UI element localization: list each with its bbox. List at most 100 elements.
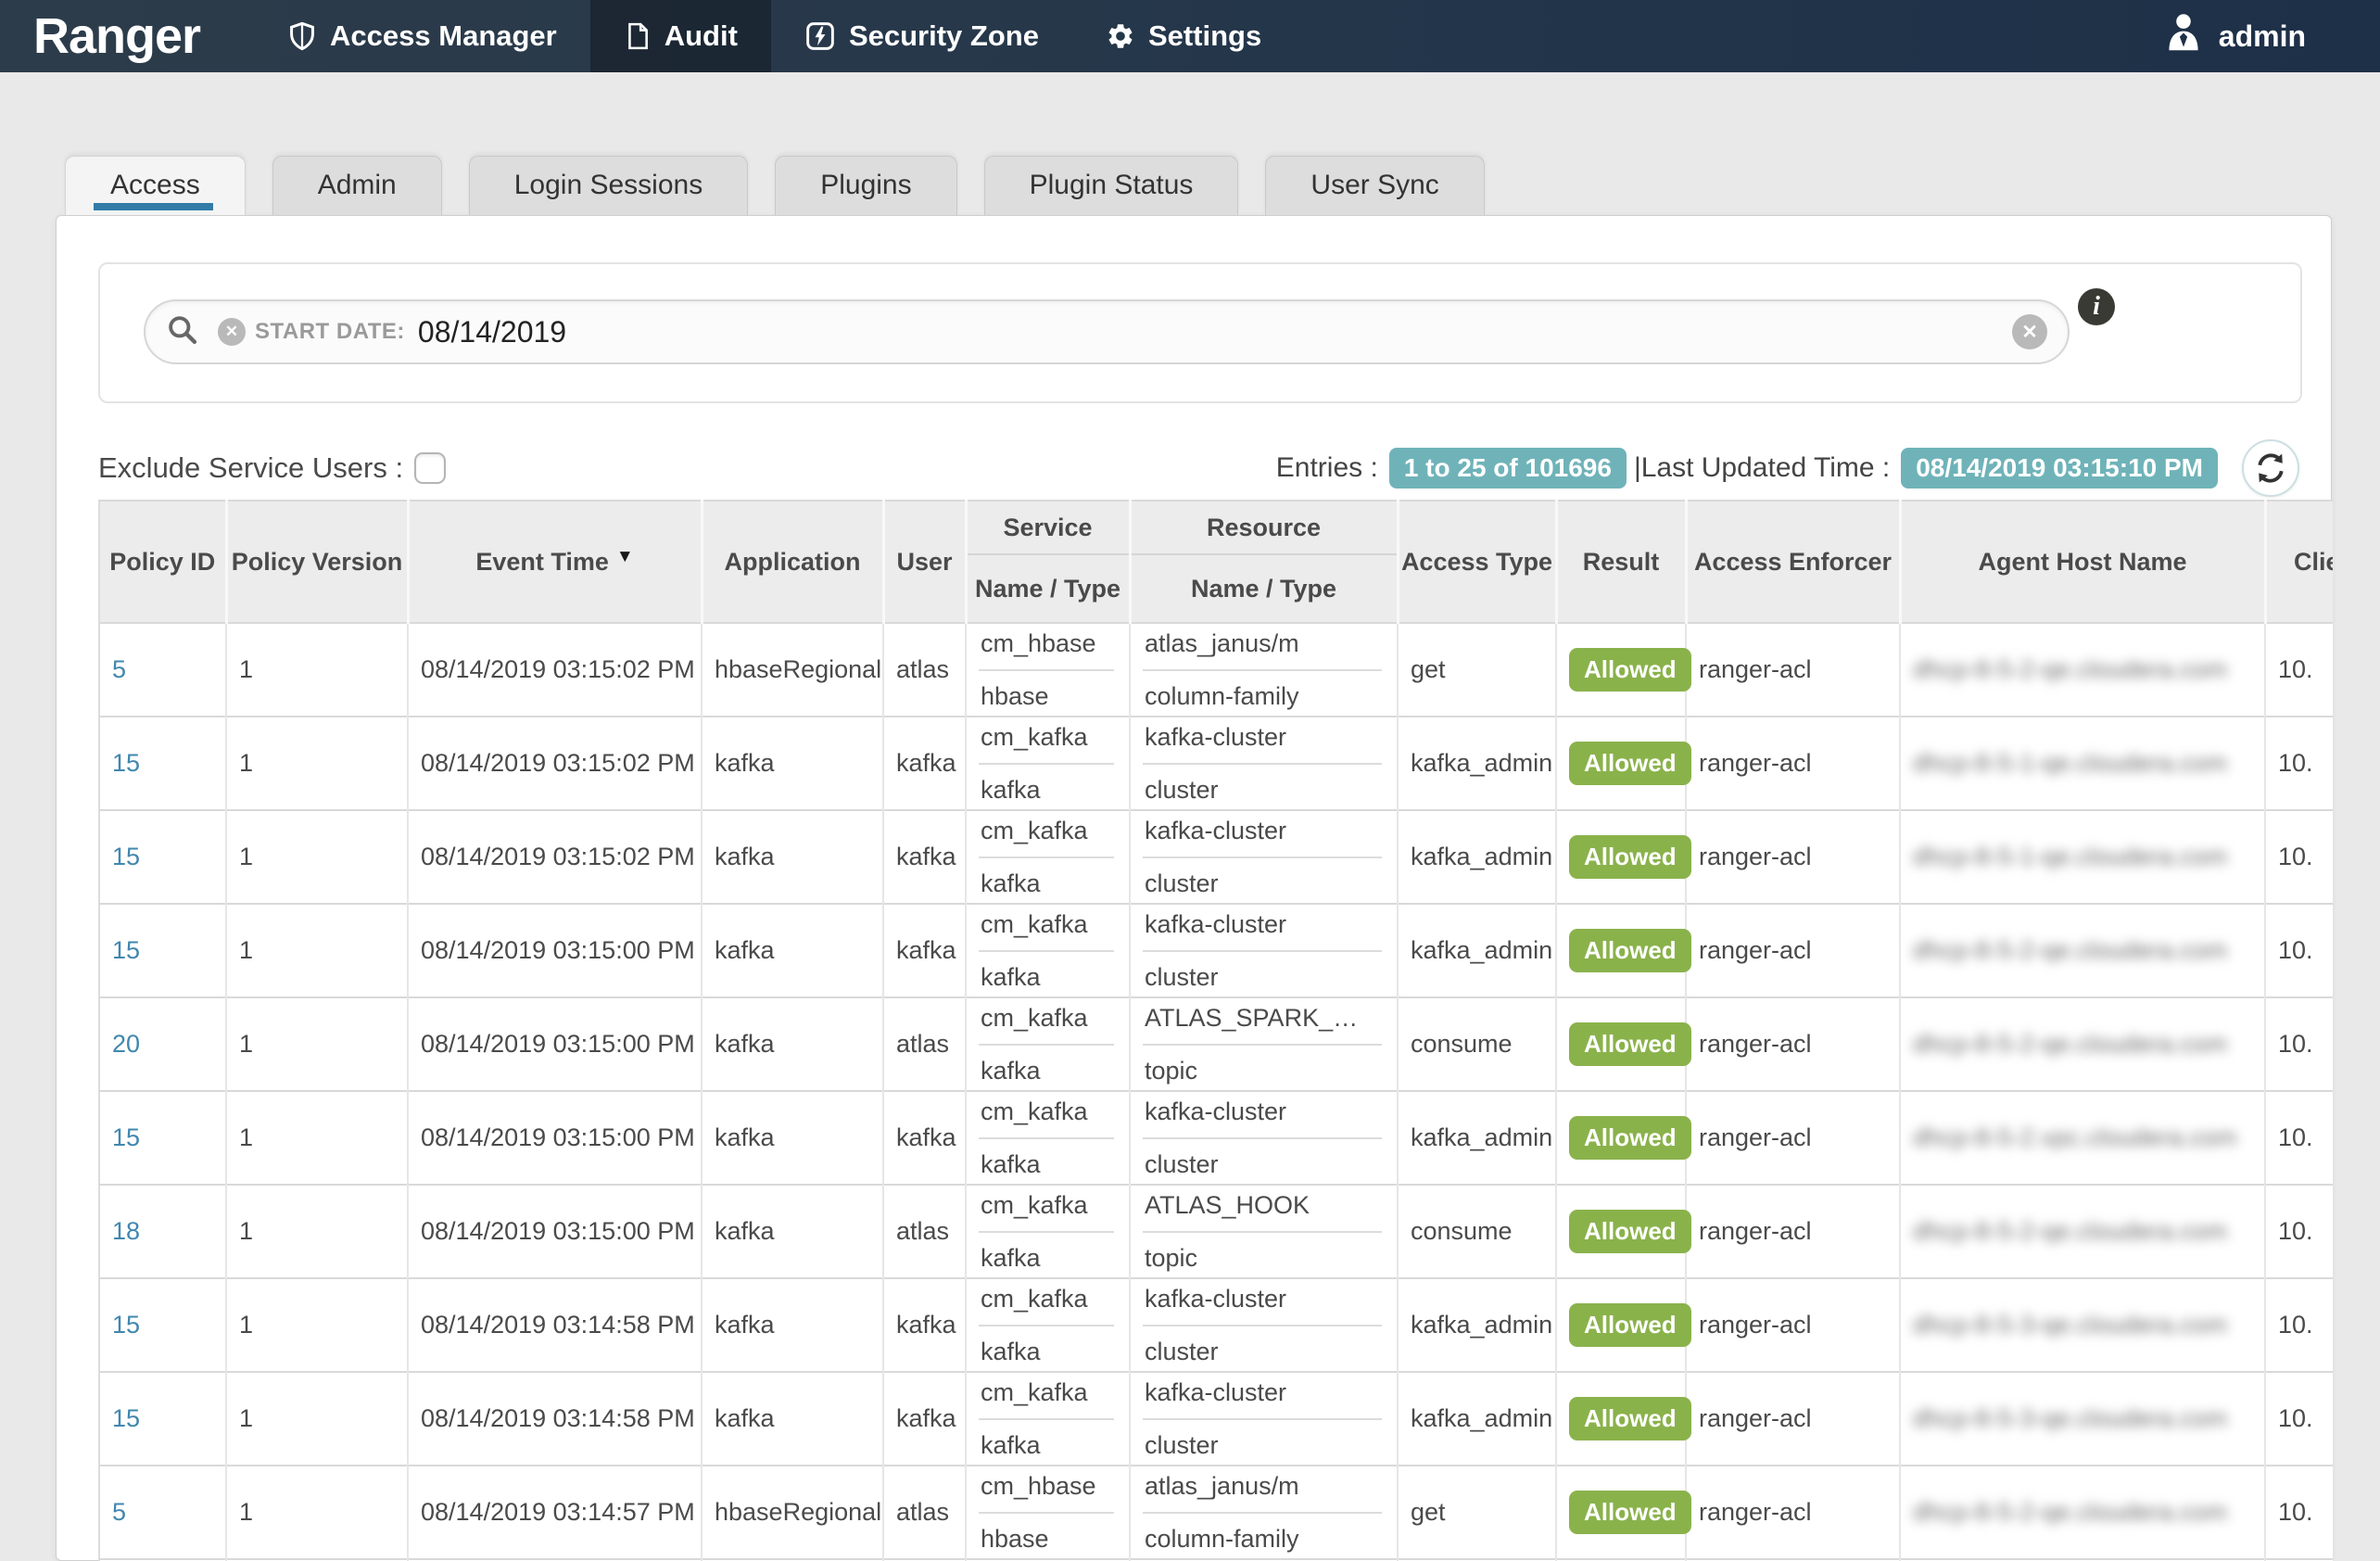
tab-user-sync[interactable]: User Sync bbox=[1265, 156, 1484, 215]
clear-search-icon[interactable]: ✕ bbox=[2012, 314, 2047, 349]
cell-policy-id: 15 bbox=[99, 1091, 226, 1185]
col-header-access-enforcer[interactable]: Access Enforcer bbox=[1686, 501, 1900, 623]
col-header-policy-version[interactable]: Policy Version bbox=[226, 501, 408, 623]
policy-id-link[interactable]: 15 bbox=[112, 936, 140, 964]
cell-policy-version: 1 bbox=[226, 997, 408, 1091]
cell-access-enforcer: ranger-acl bbox=[1686, 1185, 1900, 1278]
cell-result: Allowed bbox=[1556, 1372, 1686, 1466]
cell-result: Allowed bbox=[1556, 1278, 1686, 1372]
cell-service: cm_kafkakafka bbox=[966, 717, 1130, 810]
cell-service: cm_kafkakafka bbox=[966, 1372, 1130, 1466]
policy-id-link[interactable]: 15 bbox=[112, 1311, 140, 1339]
policy-id-link[interactable]: 20 bbox=[112, 1030, 140, 1058]
cell-result: Allowed bbox=[1556, 717, 1686, 810]
user-menu[interactable]: admin bbox=[2163, 0, 2306, 72]
col-header-user[interactable]: User bbox=[883, 501, 966, 623]
search-input[interactable]: ✕ START DATE: 08/14/2019 ✕ bbox=[144, 299, 2070, 364]
result-badge: Allowed bbox=[1569, 1397, 1691, 1440]
cell-result: Allowed bbox=[1556, 1466, 1686, 1559]
cell-policy-id: 15 bbox=[99, 717, 226, 810]
policy-id-link[interactable]: 15 bbox=[112, 749, 140, 777]
policy-id-link[interactable]: 15 bbox=[112, 1404, 140, 1432]
tab-plugin-status[interactable]: Plugin Status bbox=[984, 156, 1239, 215]
table-row: 15108/14/2019 03:14:58 PMkafkakafkacm_ka… bbox=[99, 1278, 2333, 1372]
cell-policy-id: 15 bbox=[99, 1278, 226, 1372]
brand-logo[interactable]: Ranger bbox=[33, 7, 200, 65]
cell-agent-host: dhcp-8-5-2-qe.cloudera.com bbox=[1900, 1185, 2265, 1278]
last-updated-label: |Last Updated Time : bbox=[1634, 452, 1890, 484]
refresh-button[interactable] bbox=[2242, 439, 2299, 497]
cell-application: kafka bbox=[702, 810, 883, 904]
cell-policy-id: 15 bbox=[99, 810, 226, 904]
cell-access-type: kafka_admin bbox=[1398, 904, 1556, 997]
nav-item-settings[interactable]: Settings bbox=[1072, 0, 1295, 72]
cell-policy-version: 1 bbox=[226, 1372, 408, 1466]
col-header-agent-host-name[interactable]: Agent Host Name bbox=[1900, 501, 2265, 623]
cell-client-ip: 10. bbox=[2265, 1372, 2333, 1466]
cell-resource: kafka-clustercluster bbox=[1130, 1091, 1398, 1185]
cell-resource: kafka-clustercluster bbox=[1130, 1372, 1398, 1466]
cell-service: cm_kafkakafka bbox=[966, 904, 1130, 997]
cell-resource: atlas_janus/mcolumn-family bbox=[1130, 623, 1398, 717]
cell-policy-version: 1 bbox=[226, 1466, 408, 1559]
nav-item-access-manager[interactable]: Access Manager bbox=[254, 0, 590, 72]
cell-policy-version: 1 bbox=[226, 1278, 408, 1372]
cell-event-time: 08/14/2019 03:14:58 PM bbox=[408, 1372, 702, 1466]
tab-admin[interactable]: Admin bbox=[272, 156, 442, 215]
cell-policy-id: 20 bbox=[99, 997, 226, 1091]
col-header-resource-name-type[interactable]: Name / Type bbox=[1130, 554, 1398, 623]
cell-result: Allowed bbox=[1556, 623, 1686, 717]
exclude-service-users-checkbox[interactable] bbox=[414, 452, 446, 484]
exclude-service-users-label: Exclude Service Users : bbox=[98, 451, 403, 485]
info-icon[interactable]: i bbox=[2078, 288, 2115, 325]
cell-event-time: 08/14/2019 03:14:58 PM bbox=[408, 1278, 702, 1372]
cell-application: hbaseRegional bbox=[702, 1466, 883, 1559]
col-header-event-time[interactable]: Event Time▼ bbox=[408, 501, 702, 623]
cell-application: kafka bbox=[702, 717, 883, 810]
result-badge: Allowed bbox=[1569, 1491, 1691, 1534]
cell-client-ip: 10. bbox=[2265, 997, 2333, 1091]
audit-table: Policy ID Policy Version Event Time▼ App… bbox=[98, 500, 2333, 1561]
cell-access-type: get bbox=[1398, 623, 1556, 717]
last-updated-badge: 08/14/2019 03:15:10 PM bbox=[1901, 448, 2218, 489]
cell-policy-version: 1 bbox=[226, 717, 408, 810]
policy-id-link[interactable]: 15 bbox=[112, 1123, 140, 1151]
remove-filter-icon[interactable]: ✕ bbox=[218, 318, 246, 346]
filter-field-value[interactable]: 08/14/2019 bbox=[418, 315, 566, 349]
policy-id-link[interactable]: 5 bbox=[112, 655, 126, 683]
col-header-client-ip[interactable]: Client IP bbox=[2265, 501, 2333, 623]
cell-result: Allowed bbox=[1556, 810, 1686, 904]
col-header-access-type[interactable]: Access Type bbox=[1398, 501, 1556, 623]
table-row: 15108/14/2019 03:15:00 PMkafkakafkacm_ka… bbox=[99, 1091, 2333, 1185]
tab-plugins[interactable]: Plugins bbox=[775, 156, 956, 215]
col-header-policy-id[interactable]: Policy ID bbox=[99, 501, 226, 623]
nav-item-security-zone[interactable]: Security Zone bbox=[771, 0, 1072, 72]
cell-user: kafka bbox=[883, 1278, 966, 1372]
policy-id-link[interactable]: 5 bbox=[112, 1498, 126, 1526]
cell-service: cm_hbasehbase bbox=[966, 623, 1130, 717]
col-header-application[interactable]: Application bbox=[702, 501, 883, 623]
table-row: 5108/14/2019 03:14:57 PMhbaseRegionalatl… bbox=[99, 1466, 2333, 1559]
tab-access[interactable]: Access bbox=[65, 156, 246, 215]
cell-client-ip: 10. bbox=[2265, 623, 2333, 717]
cell-policy-id: 5 bbox=[99, 1466, 226, 1559]
cell-application: kafka bbox=[702, 1091, 883, 1185]
policy-id-link[interactable]: 18 bbox=[112, 1217, 140, 1245]
cell-resource: kafka-clustercluster bbox=[1130, 1278, 1398, 1372]
table-row: 20108/14/2019 03:15:00 PMkafkaatlascm_ka… bbox=[99, 997, 2333, 1091]
cell-policy-version: 1 bbox=[226, 1091, 408, 1185]
col-header-service-name-type[interactable]: Name / Type bbox=[966, 554, 1130, 623]
main-nav: Access Manager Audit Security Zone Setti… bbox=[254, 0, 1295, 72]
cell-application: hbaseRegional bbox=[702, 623, 883, 717]
tab-login-sessions[interactable]: Login Sessions bbox=[469, 156, 748, 215]
cell-policy-version: 1 bbox=[226, 1185, 408, 1278]
cell-access-enforcer: ranger-acl bbox=[1686, 904, 1900, 997]
col-header-result[interactable]: Result bbox=[1556, 501, 1686, 623]
col-group-service: Service bbox=[966, 501, 1130, 554]
nav-item-audit[interactable]: Audit bbox=[590, 0, 771, 72]
cell-access-type: kafka_admin bbox=[1398, 717, 1556, 810]
policy-id-link[interactable]: 15 bbox=[112, 843, 140, 870]
cell-result: Allowed bbox=[1556, 904, 1686, 997]
filter-field-label: START DATE: bbox=[255, 319, 405, 345]
cell-event-time: 08/14/2019 03:15:00 PM bbox=[408, 904, 702, 997]
